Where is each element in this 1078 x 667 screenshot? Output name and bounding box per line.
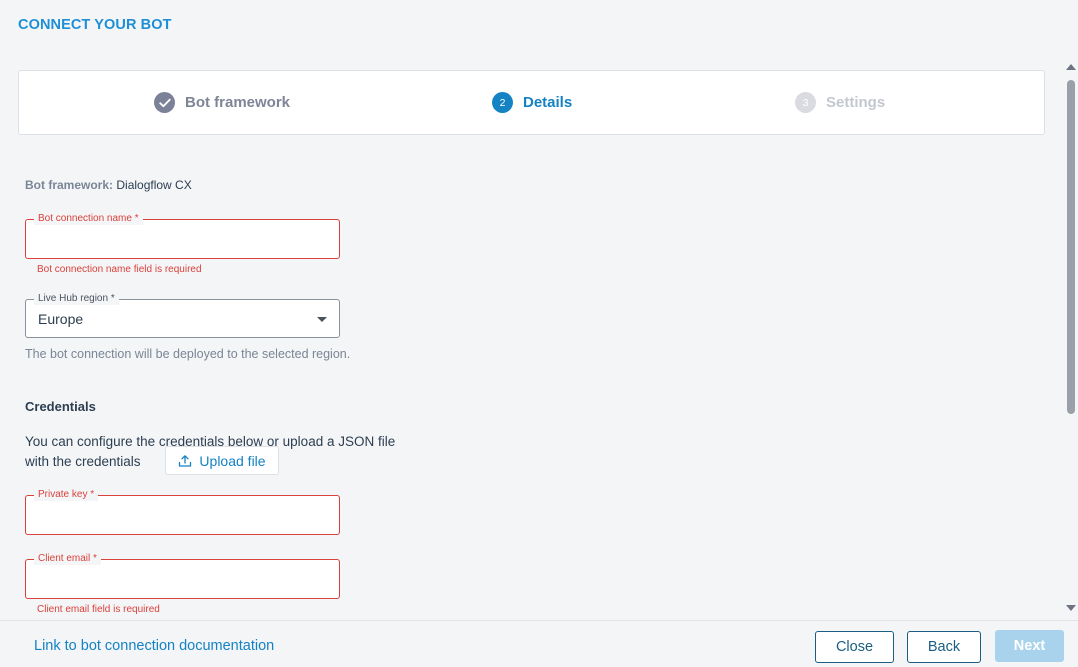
live-hub-region-select[interactable]: Live Hub region * Europe (25, 293, 340, 338)
client-email-field[interactable]: Client email * (25, 553, 340, 599)
step-label: Settings (826, 94, 886, 111)
upload-file-button[interactable]: Upload file (165, 446, 279, 475)
back-button[interactable]: Back (907, 631, 981, 663)
credentials-heading: Credentials (25, 399, 96, 414)
scrollbar[interactable] (1064, 60, 1078, 620)
bot-connection-name-field[interactable]: Bot connection name * (25, 213, 340, 259)
close-button[interactable]: Close (815, 631, 894, 663)
next-button[interactable]: Next (995, 630, 1064, 662)
bot-framework-info: Bot framework: Dialogflow CX (25, 178, 192, 192)
upload-icon (179, 454, 192, 467)
stepper: Bot framework 2 Details 3 Settings (18, 70, 1045, 135)
bot-framework-label: Bot framework: (25, 178, 114, 192)
chevron-down-icon (317, 317, 327, 322)
documentation-link[interactable]: Link to bot connection documentation (34, 638, 274, 654)
dialog-content: Bot framework 2 Details 3 Settings Bot f… (0, 60, 1064, 620)
step-bot-framework[interactable]: Bot framework (154, 71, 290, 134)
scroll-down-arrow-icon[interactable] (1066, 605, 1076, 611)
step-settings: 3 Settings (795, 71, 885, 134)
page-title: CONNECT YOUR BOT (18, 17, 172, 33)
step-details[interactable]: 2 Details (492, 71, 572, 134)
bot-connection-name-input[interactable] (26, 220, 339, 258)
client-email-error: Client email field is required (37, 604, 160, 615)
scrollbar-thumb[interactable] (1067, 80, 1075, 414)
bot-connection-name-error: Bot connection name field is required (37, 264, 202, 275)
client-email-input[interactable] (26, 560, 339, 598)
bot-framework-value: Dialogflow CX (116, 178, 192, 192)
upload-file-label: Upload file (199, 452, 266, 469)
dialog-footer: Link to bot connection documentation Clo… (0, 620, 1078, 667)
step-number: 2 (492, 92, 513, 113)
step-label: Details (523, 94, 573, 111)
scroll-up-arrow-icon[interactable] (1066, 64, 1076, 70)
region-value: Europe (38, 311, 84, 327)
private-key-input[interactable] (26, 496, 339, 534)
region-helper-text: The bot connection will be deployed to t… (25, 347, 351, 361)
step-label: Bot framework (185, 94, 291, 111)
check-icon (154, 92, 175, 113)
private-key-field[interactable]: Private key * (25, 489, 340, 535)
field-label: Live Hub region * (34, 293, 119, 305)
step-number: 3 (795, 92, 816, 113)
